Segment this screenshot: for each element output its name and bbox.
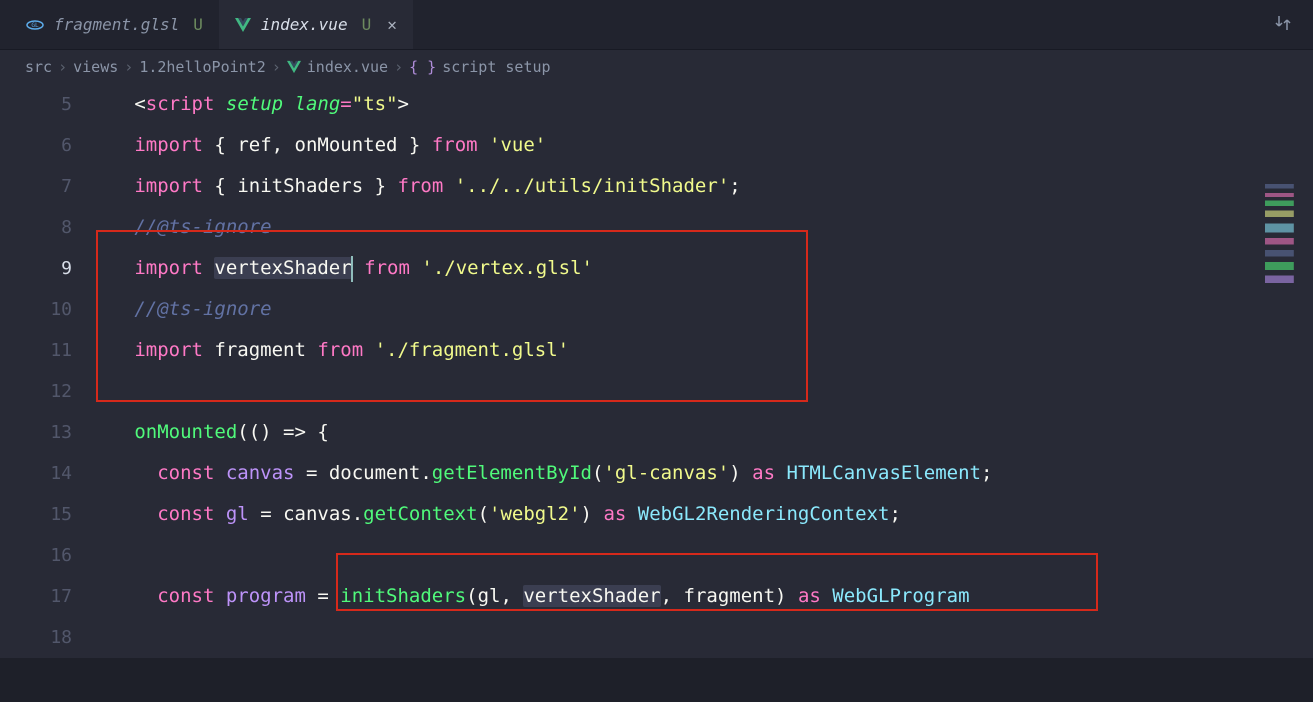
line-number: 16 bbox=[0, 535, 100, 576]
breadcrumb-item[interactable]: views bbox=[73, 58, 118, 76]
line-number: 6 bbox=[0, 125, 100, 166]
code-line[interactable]: 10 //@ts-ignore bbox=[0, 289, 1313, 330]
chevron-right-icon: › bbox=[58, 58, 67, 76]
breadcrumb-symbol[interactable]: { } script setup bbox=[409, 58, 550, 76]
line-number: 11 bbox=[0, 330, 100, 371]
vue-icon bbox=[287, 60, 301, 74]
tab-fragment-glsl[interactable]: GL fragment.glsl U bbox=[10, 0, 219, 49]
chevron-right-icon: › bbox=[124, 58, 133, 76]
vue-icon bbox=[235, 18, 251, 32]
glsl-icon: GL bbox=[26, 19, 44, 31]
code-line[interactable]: 18 bbox=[0, 617, 1313, 658]
tab-actions bbox=[1273, 13, 1313, 37]
code-line[interactable]: 14 const canvas = document.getElementByI… bbox=[0, 453, 1313, 494]
code-line[interactable]: 12 bbox=[0, 371, 1313, 412]
code-editor[interactable]: 5 <script setup lang="ts"> 6 import { re… bbox=[0, 84, 1313, 658]
braces-icon: { } bbox=[409, 58, 436, 76]
breadcrumb-file[interactable]: index.vue bbox=[287, 58, 388, 76]
line-number: 18 bbox=[0, 617, 100, 658]
line-number: 12 bbox=[0, 371, 100, 412]
tab-status: U bbox=[193, 15, 203, 34]
chevron-right-icon: › bbox=[394, 58, 403, 76]
compare-changes-icon[interactable] bbox=[1273, 13, 1293, 37]
code-line[interactable]: 13 onMounted(() => { bbox=[0, 412, 1313, 453]
code-line[interactable]: 6 import { ref, onMounted } from 'vue' bbox=[0, 125, 1313, 166]
line-number: 10 bbox=[0, 289, 100, 330]
breadcrumb-item[interactable]: src bbox=[25, 58, 52, 76]
code-line[interactable]: 7 import { initShaders } from '../../uti… bbox=[0, 166, 1313, 207]
tab-label: index.vue bbox=[261, 15, 348, 34]
line-number: 14 bbox=[0, 453, 100, 494]
code-line[interactable]: 9 import vertexShader from './vertex.gls… bbox=[0, 248, 1313, 289]
tab-bar: GL fragment.glsl U index.vue U ✕ bbox=[0, 0, 1313, 50]
tab-index-vue[interactable]: index.vue U ✕ bbox=[219, 0, 413, 49]
code-line[interactable]: 8 //@ts-ignore bbox=[0, 207, 1313, 248]
code-line[interactable]: 11 import fragment from './fragment.glsl… bbox=[0, 330, 1313, 371]
line-number: 8 bbox=[0, 207, 100, 248]
tab-label: fragment.glsl bbox=[54, 15, 179, 34]
line-number: 13 bbox=[0, 412, 100, 453]
svg-text:GL: GL bbox=[31, 22, 39, 29]
tab-status: U bbox=[362, 15, 372, 34]
close-icon[interactable]: ✕ bbox=[387, 15, 397, 34]
chevron-right-icon: › bbox=[272, 58, 281, 76]
line-number: 15 bbox=[0, 494, 100, 535]
minimap[interactable] bbox=[1265, 184, 1313, 294]
code-line[interactable]: 16 bbox=[0, 535, 1313, 576]
line-number: 9 bbox=[0, 248, 100, 289]
code-line[interactable]: 5 <script setup lang="ts"> bbox=[0, 84, 1313, 125]
breadcrumb[interactable]: src › views › 1.2helloPoint2 › index.vue… bbox=[0, 50, 1313, 84]
breadcrumb-item[interactable]: 1.2helloPoint2 bbox=[139, 58, 265, 76]
line-number: 5 bbox=[0, 84, 100, 125]
line-number: 17 bbox=[0, 576, 100, 617]
code-line[interactable]: 17 const program = initShaders(gl, verte… bbox=[0, 576, 1313, 617]
line-number: 7 bbox=[0, 166, 100, 207]
code-line[interactable]: 15 const gl = canvas.getContext('webgl2'… bbox=[0, 494, 1313, 535]
